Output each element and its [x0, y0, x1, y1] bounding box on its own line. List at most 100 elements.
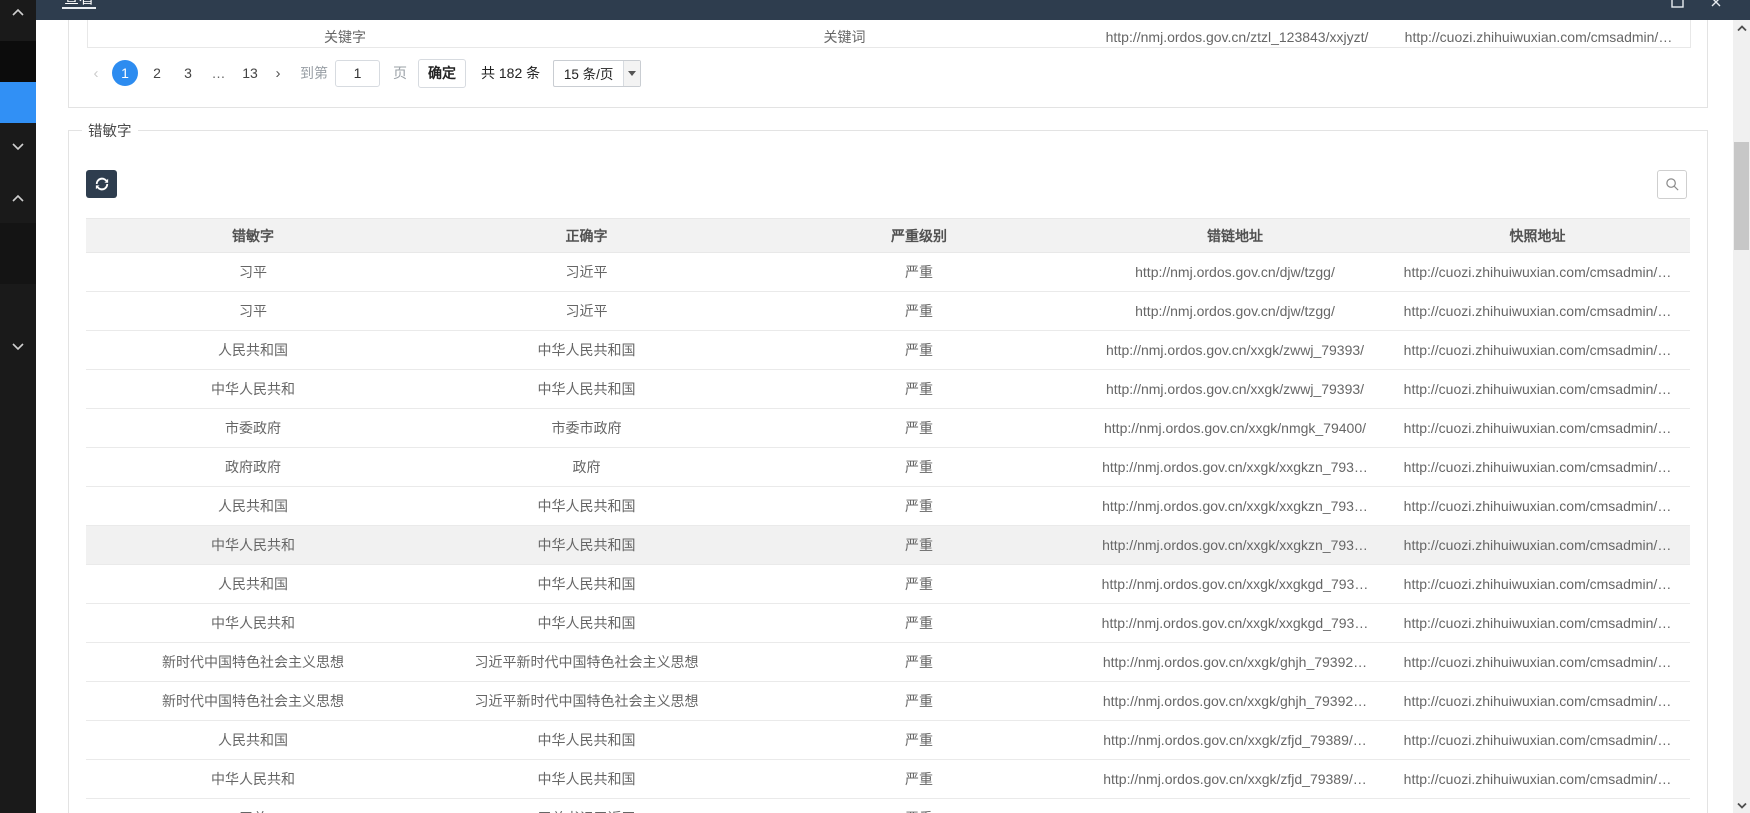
pagination-pages: 123 … 13 [112, 60, 262, 86]
refresh-button[interactable] [86, 170, 117, 198]
table-cell: http://cuozi.zhihuiwuxian.com/cmsadmin/… [1385, 409, 1690, 448]
scroll-down-icon[interactable] [1733, 797, 1750, 813]
table-cell: 人民共和国 [86, 721, 420, 760]
table-cell: http://nmj.ordos.gov.cn/xxgk/xxgkzn_793… [1085, 487, 1385, 526]
table-cell: 政府政府 [86, 448, 420, 487]
prev-table-cell: http://cuozi.zhihuiwuxian.com/cmsadmin/… [1387, 20, 1690, 48]
refresh-icon [95, 177, 109, 191]
pagination-ellipsis: … [207, 60, 231, 86]
table-cell: 人民共和国 [86, 331, 420, 370]
keyword-panel: 关键字关键词http://nmj.ordos.gov.cn/ztzl_12384… [68, 20, 1708, 108]
table-row[interactable]: 中华人民共和中华人民共和国严重http://nmj.ordos.gov.cn/x… [86, 370, 1690, 409]
table-header-row: 错敏字正确字严重级别错链地址快照地址 [86, 219, 1690, 253]
pagination-page-13[interactable]: 13 [238, 60, 262, 86]
table-cell: 中华人民共和国 [420, 487, 753, 526]
table-body: 习平习近平严重http://nmj.ordos.gov.cn/djw/tzgg/… [86, 253, 1690, 813]
table-row[interactable]: 习平习近平严重http://nmj.ordos.gov.cn/djw/tzgg/… [86, 292, 1690, 331]
table-row[interactable]: 中华人民共和中华人民共和国严重http://nmj.ordos.gov.cn/x… [86, 526, 1690, 565]
table-cell: 市委市政府 [420, 409, 753, 448]
table-row[interactable]: 人民共和国中华人民共和国严重http://nmj.ordos.gov.cn/xx… [86, 721, 1690, 760]
table-cell: http://cuozi.zhihuiwuxian.com/cmsadmin/… [1385, 682, 1690, 721]
table-cell: 严重 [753, 448, 1085, 487]
table-cell: 中华人民共和 [86, 526, 420, 565]
table-row[interactable]: 新时代中国特色社会主义思想习近平新时代中国特色社会主义思想严重http://nm… [86, 682, 1690, 721]
table-cell: 人民共和国 [86, 565, 420, 604]
table-cell: 严重 [753, 487, 1085, 526]
table-cell: http://cuozi.zhihuiwuxian.com/cmsadmin/… [1385, 799, 1690, 813]
sidebar-collapse-up-icon-2[interactable] [0, 194, 36, 204]
search-icon [1665, 177, 1680, 192]
sidebar-expand-down-icon[interactable] [0, 141, 36, 151]
table-row[interactable]: 人民共和国中华人民共和国严重http://nmj.ordos.gov.cn/xx… [86, 565, 1690, 604]
table-cell: 严重 [753, 604, 1085, 643]
table-cell: http://nmj.ordos.gov.cn/xxgk/ghjh_79392… [1085, 643, 1385, 682]
table-cell: 严重 [753, 799, 1085, 813]
table-row[interactable]: 人民共和国中华人民共和国严重http://nmj.ordos.gov.cn/xx… [86, 487, 1690, 526]
table-cell: 新时代中国特色社会主义思想 [86, 682, 420, 721]
table-row[interactable]: 中华人民共和中华人民共和国严重http://nmj.ordos.gov.cn/x… [86, 760, 1690, 799]
table-row[interactable]: 新时代中国特色社会主义思想习近平新时代中国特色社会主义思想严重http://nm… [86, 643, 1690, 682]
table-cell: 严重 [753, 409, 1085, 448]
chevron-down-icon [623, 61, 640, 86]
sidebar-item[interactable] [0, 41, 36, 82]
table-cell: http://nmj.ordos.gov.cn/xxgk/zwwj_79393/ [1085, 370, 1385, 409]
sidebar-collapse-up-icon[interactable] [0, 8, 36, 18]
prev-table-cell: http://nmj.ordos.gov.cn/ztzl_123843/xxjy… [1087, 20, 1387, 48]
table-cell: 政府 [420, 448, 753, 487]
table-cell: 严重 [753, 721, 1085, 760]
page-size-select[interactable]: 15 条/页 [553, 60, 641, 87]
table-row[interactable]: 政府政府政府严重http://nmj.ordos.gov.cn/xxgk/xxg… [86, 448, 1690, 487]
table-cell: http://cuozi.zhihuiwuxian.com/cmsadmin/… [1385, 292, 1690, 331]
table-cell: http://cuozi.zhihuiwuxian.com/cmsadmin/… [1385, 448, 1690, 487]
pagination-page-1[interactable]: 1 [112, 60, 138, 86]
vertical-scrollbar[interactable] [1733, 20, 1750, 813]
table-row[interactable]: 关键字关键词http://nmj.ordos.gov.cn/ztzl_12384… [87, 20, 1691, 48]
table-cell: http://nmj.ordos.gov.cn/xxgk/zfjd_79389/… [1085, 760, 1385, 799]
table-cell: 中华人民共和国 [420, 370, 753, 409]
table-row[interactable]: 市委政府市委市政府严重http://nmj.ordos.gov.cn/xxgk/… [86, 409, 1690, 448]
table-cell: http://nmj.ordos.gov.cn/xxgk/xxgkgd_793… [1085, 565, 1385, 604]
table-cell: 市委政府 [86, 409, 420, 448]
table-cell: 严重 [753, 370, 1085, 409]
top-navbar: 查看 [36, 0, 1750, 20]
table-cell: http://nmj.ordos.gov.cn/xxgk/zwwj_79393/ [1085, 331, 1385, 370]
table-cell: http://nmj.ordos.gov.cn/djw/tzgg/ [1085, 253, 1385, 292]
table-cell: http://nmj.ordos.gov.cn/xxgk/xxgkzn_793… [1085, 526, 1385, 565]
window-close-icon[interactable] [1710, 0, 1722, 8]
page-unit-label: 页 [393, 63, 407, 83]
search-button[interactable] [1657, 170, 1687, 199]
sidebar-item-active[interactable] [0, 82, 36, 123]
scroll-up-icon[interactable] [1733, 20, 1750, 36]
page-title: 查看 [62, 0, 96, 9]
sidebar-expand-down-icon-2[interactable] [0, 341, 36, 351]
goto-page-label: 到第 [300, 63, 328, 83]
sidebar-item[interactable] [0, 223, 36, 284]
pagination: ‹ 123…13 › 到第 页 确定 共 182 条 15 条/页 [87, 58, 641, 88]
table-row[interactable]: 习平习近平严重http://nmj.ordos.gov.cn/djw/tzgg/… [86, 253, 1690, 292]
table-cell: http://nmj.ordos.gov.cn/xxgk/zfjd_79389/… [1085, 799, 1385, 813]
window-restore-icon[interactable] [1671, 0, 1684, 8]
pagination-prev-icon[interactable]: ‹ [87, 65, 105, 82]
table-cell: 习近平 [420, 292, 753, 331]
table-cell: http://cuozi.zhihuiwuxian.com/cmsadmin/… [1385, 565, 1690, 604]
column-header: 严重级别 [753, 219, 1085, 253]
goto-page-input[interactable] [335, 60, 380, 87]
table-cell: 严重 [753, 643, 1085, 682]
main-content: 关键字关键词http://nmj.ordos.gov.cn/ztzl_12384… [36, 20, 1733, 813]
table-row[interactable]: 习总习总书记习近平严重http://nmj.ordos.gov.cn/xxgk/… [86, 799, 1690, 813]
table-cell: 中华人民共和 [86, 760, 420, 799]
table-cell: http://cuozi.zhihuiwuxian.com/cmsadmin/… [1385, 253, 1690, 292]
table-cell: http://nmj.ordos.gov.cn/xxgk/xxgkzn_793… [1085, 448, 1385, 487]
confirm-button[interactable]: 确定 [418, 59, 466, 88]
table-row[interactable]: 中华人民共和中华人民共和国严重http://nmj.ordos.gov.cn/x… [86, 604, 1690, 643]
pagination-next-icon[interactable]: › [269, 65, 287, 82]
pagination-page-3[interactable]: 3 [176, 60, 200, 86]
table-cell: http://cuozi.zhihuiwuxian.com/cmsadmin/… [1385, 721, 1690, 760]
table-cell: http://cuozi.zhihuiwuxian.com/cmsadmin/… [1385, 487, 1690, 526]
table-row[interactable]: 人民共和国中华人民共和国严重http://nmj.ordos.gov.cn/xx… [86, 331, 1690, 370]
table-cell: 习平 [86, 253, 420, 292]
scrollbar-thumb[interactable] [1734, 142, 1749, 250]
pagination-page-2[interactable]: 2 [145, 60, 169, 86]
table-cell: 习近平新时代中国特色社会主义思想 [420, 643, 753, 682]
table-cell: 中华人民共和国 [420, 565, 753, 604]
